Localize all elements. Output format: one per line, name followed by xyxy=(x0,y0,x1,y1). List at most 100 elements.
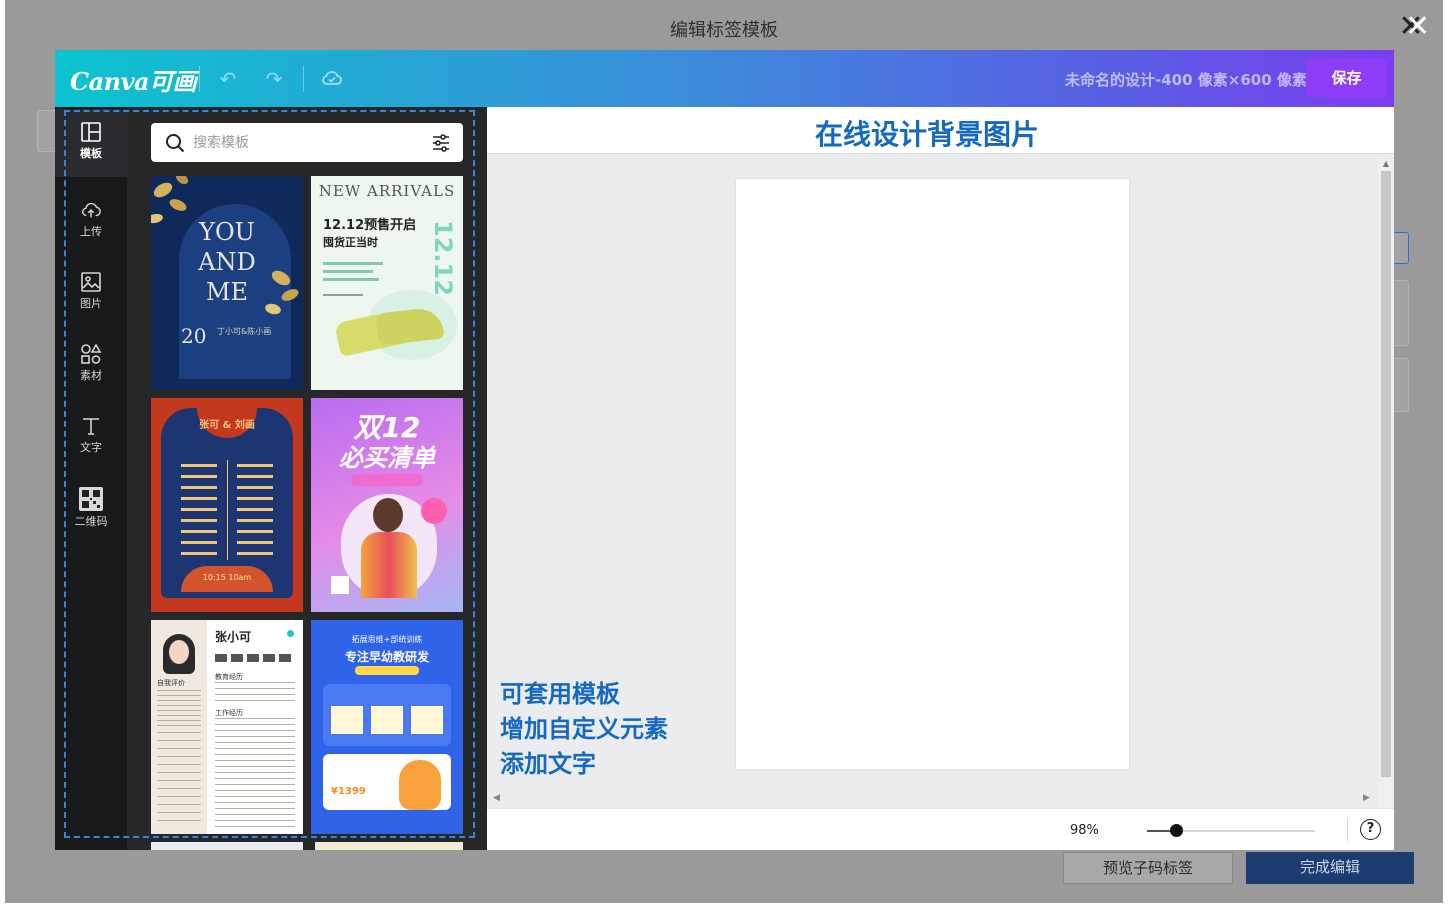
template-text: 张小可 xyxy=(215,630,252,644)
template-lines xyxy=(157,732,201,822)
template-text: 教育经历 xyxy=(215,673,243,681)
template-card[interactable]: YOU AND ME 20 丁小可&陈小画 xyxy=(151,176,303,390)
modal-title: 编辑标签模板 xyxy=(670,20,778,41)
template-text: 10:15 10am xyxy=(202,573,252,582)
template-badge xyxy=(421,498,447,524)
design-page[interactable] xyxy=(736,179,1129,769)
elements-icon xyxy=(81,343,102,364)
design-name[interactable]: 未命名的设计-400 像素×600 像素 xyxy=(1065,69,1307,90)
template-lines xyxy=(215,718,295,828)
canva-editor: Canva可画 ↶ ↷ 未命名的设计-400 像素×600 像素 保存 模板 上… xyxy=(55,50,1394,850)
template-text: 丁小可&陈小画 xyxy=(217,327,272,336)
nav-label: 素材 xyxy=(80,369,102,382)
annotation-text: 增加自定义元素 xyxy=(500,715,668,743)
template-lines xyxy=(157,690,201,726)
side-nav: 模板 上传 图片 素材 文字 二维码 xyxy=(55,107,127,850)
annotation-text: 添加文字 xyxy=(500,750,596,778)
upload-icon xyxy=(82,202,101,218)
nav-item-templates[interactable]: 模板 xyxy=(55,109,127,177)
avatar-face xyxy=(169,640,189,664)
mascot-shape xyxy=(399,760,441,810)
nav-label: 文字 xyxy=(80,441,102,454)
scroll-up-icon[interactable]: ▲ xyxy=(1378,159,1394,168)
template-text: 20 xyxy=(181,324,207,348)
template-icon xyxy=(81,122,101,142)
template-text: 囤货正当时 xyxy=(323,236,378,249)
template-qrcode xyxy=(331,576,349,594)
filter-icon[interactable] xyxy=(431,133,451,153)
template-line xyxy=(323,270,373,273)
zoom-percent[interactable]: 98% xyxy=(1070,823,1099,838)
zoom-divider xyxy=(1347,819,1348,841)
annotation-text: 可套用模板 xyxy=(500,680,620,708)
template-list xyxy=(237,464,273,556)
template-text: 专注早幼教研发 xyxy=(344,650,429,664)
template-card-item xyxy=(411,706,443,734)
toolbar-divider xyxy=(199,66,200,92)
template-text: NEW ARRIVALS xyxy=(318,182,456,200)
canvas-header: 在线设计背景图片 xyxy=(487,107,1394,154)
template-card-item xyxy=(331,706,363,734)
template-card-partial[interactable] xyxy=(151,842,303,850)
help-icon[interactable]: ? xyxy=(1360,819,1381,840)
template-list xyxy=(181,464,217,556)
template-lines xyxy=(215,682,295,706)
nav-item-elements[interactable]: 素材 xyxy=(55,331,127,397)
template-panel: YOU AND ME 20 丁小可&陈小画 NEW ARRIVALS 12.12… xyxy=(127,107,487,850)
nav-label: 上传 xyxy=(80,225,102,238)
vertical-scrollbar[interactable]: ▲ ▼ xyxy=(1378,159,1394,849)
scroll-left-icon[interactable]: ◀ xyxy=(493,793,500,803)
nav-item-upload[interactable]: 上传 xyxy=(55,187,127,253)
editor-topbar: Canva可画 ↶ ↷ 未命名的设计-400 像素×600 像素 保存 xyxy=(55,50,1394,107)
person-body xyxy=(361,532,417,598)
cloud-saved-icon[interactable] xyxy=(319,66,345,92)
finish-edit-button[interactable]: 完成编辑 xyxy=(1246,852,1414,884)
template-card[interactable]: 拓展思维+部统训练 专注早幼教研发 ¥1399 xyxy=(311,620,463,834)
template-line xyxy=(323,294,363,296)
horizontal-scrollbar[interactable]: ◀ ▶ xyxy=(487,793,1378,807)
template-card[interactable]: NEW ARRIVALS 12.12预售开启 囤货正当时 12.12 xyxy=(311,176,463,390)
template-text: 12.12预售开启 xyxy=(323,218,417,233)
template-dot xyxy=(287,630,294,637)
scrollbar-thumb[interactable] xyxy=(1381,171,1391,777)
zoom-slider-handle[interactable] xyxy=(1170,824,1183,837)
template-text: YOU xyxy=(199,218,255,246)
scroll-right-icon[interactable]: ▶ xyxy=(1363,793,1370,803)
template-card[interactable]: 张可 & 刘画 10:15 10am xyxy=(151,398,303,612)
template-pill xyxy=(355,666,419,675)
nav-item-qrcode[interactable]: 二维码 xyxy=(55,475,127,541)
template-card[interactable]: 自我评价 张小可 教育经历 工作经历 xyxy=(151,620,303,834)
template-tags xyxy=(215,654,295,662)
nav-item-text[interactable]: 文字 xyxy=(55,403,127,469)
text-icon xyxy=(83,418,99,435)
redo-icon[interactable]: ↷ xyxy=(261,66,287,92)
nav-label: 模板 xyxy=(80,147,102,160)
template-text: ME xyxy=(205,278,249,306)
template-text: 张可 & 刘画 xyxy=(199,420,255,431)
template-text: ¥1399 xyxy=(331,786,366,797)
nav-item-images[interactable]: 图片 xyxy=(55,259,127,325)
template-text: 拓展思维+部统训练 xyxy=(351,635,423,644)
template-card-partial[interactable] xyxy=(315,842,463,850)
save-button[interactable]: 保存 xyxy=(1306,58,1387,98)
image-icon xyxy=(81,272,101,292)
template-divider xyxy=(227,460,228,560)
template-pill xyxy=(351,474,423,486)
template-card[interactable]: 双12 必买清单 xyxy=(311,398,463,612)
preview-subcode-button[interactable]: 预览子码标签 xyxy=(1063,852,1233,884)
template-line xyxy=(323,278,379,281)
template-search-input[interactable] xyxy=(193,132,413,154)
person-head xyxy=(373,498,403,532)
zoom-bar: 98% ? xyxy=(487,808,1394,850)
canva-logo: Canva可画 xyxy=(70,67,197,96)
template-text: 自我评价 xyxy=(157,679,185,687)
undo-icon[interactable]: ↶ xyxy=(215,66,241,92)
template-text: 工作经历 xyxy=(215,709,243,717)
nav-label: 二维码 xyxy=(74,515,108,528)
toolbar-divider xyxy=(303,66,304,92)
qrcode-icon xyxy=(79,487,103,511)
template-text: 必买清单 xyxy=(339,444,435,472)
close-icon[interactable]: ✕ ✕ xyxy=(1393,10,1430,46)
template-text: AND xyxy=(198,248,256,276)
template-search-box[interactable] xyxy=(151,123,463,162)
